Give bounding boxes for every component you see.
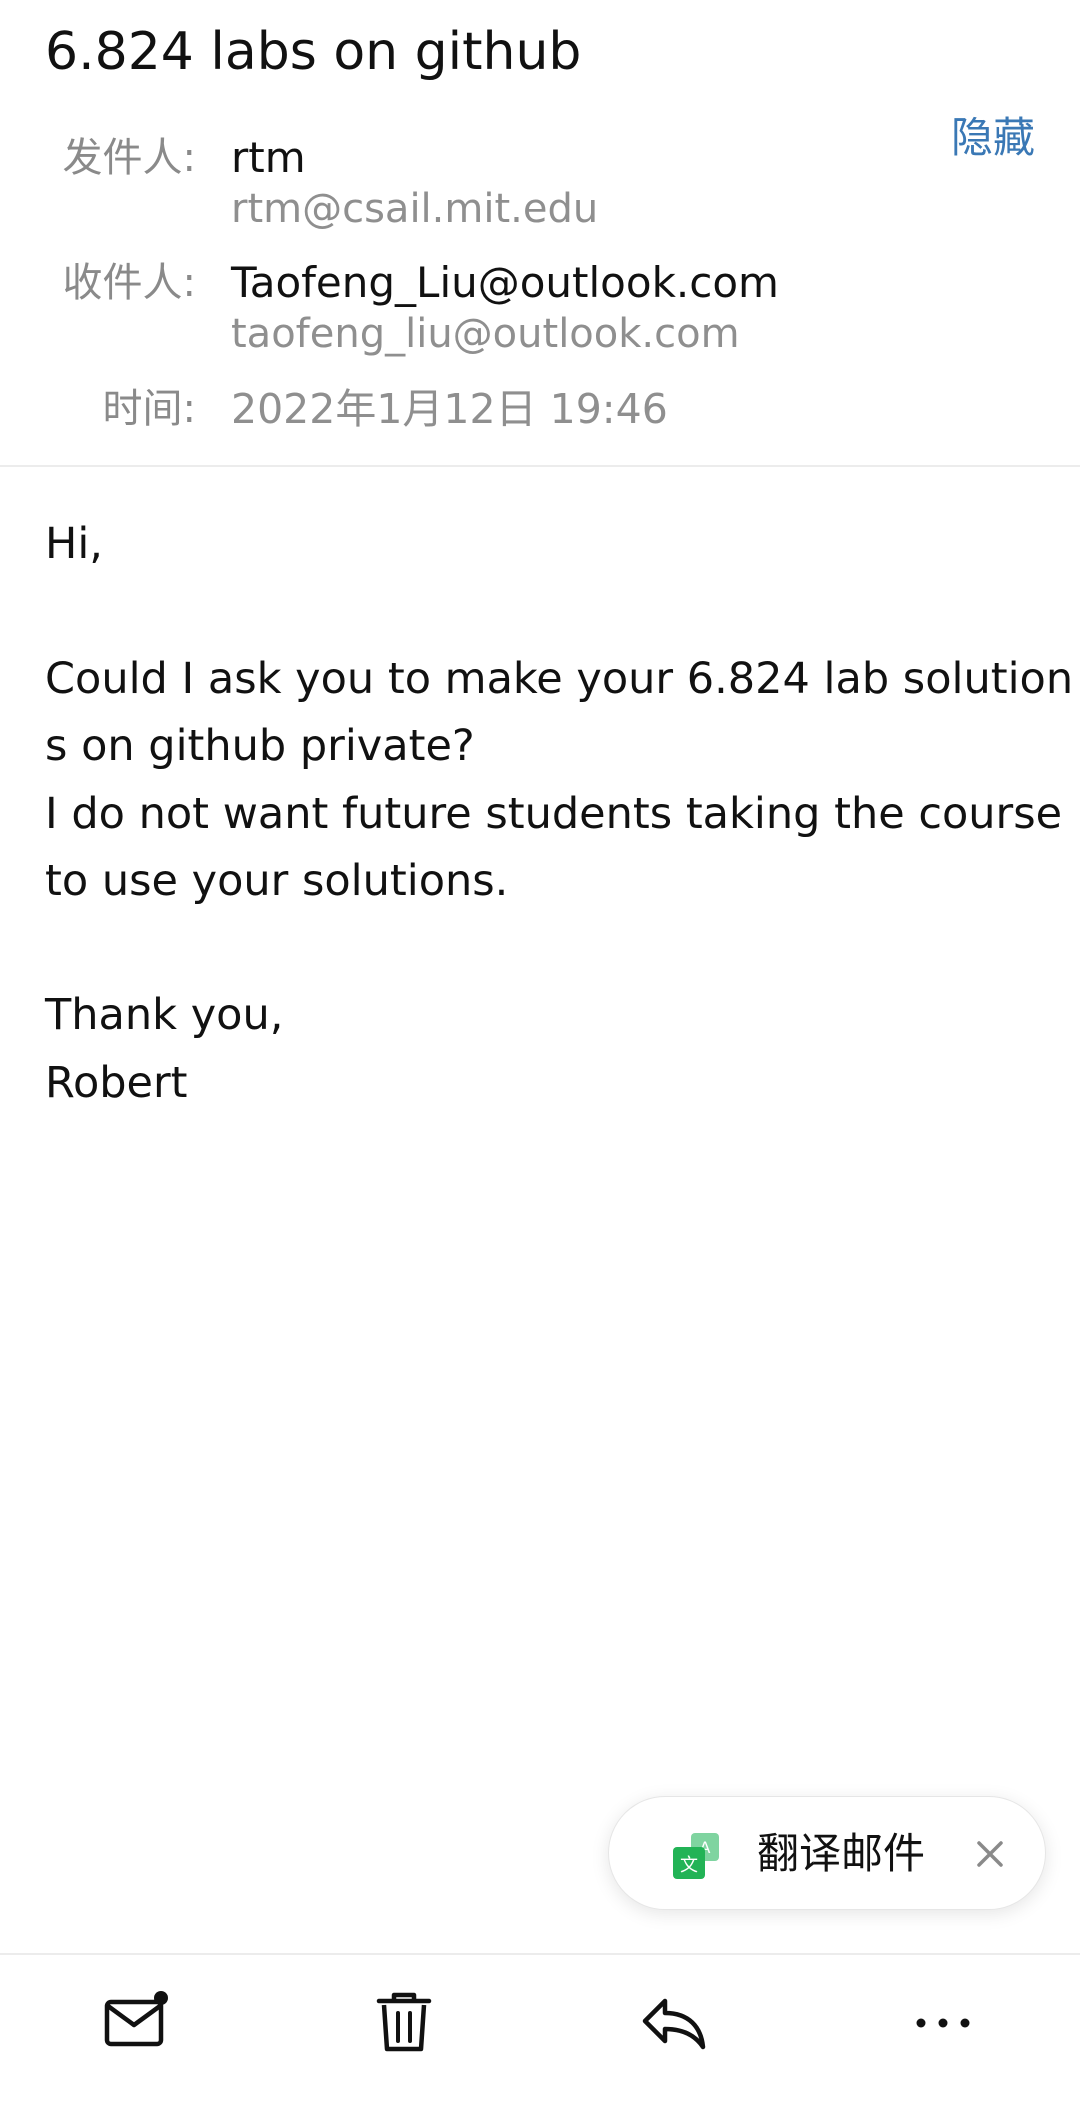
body-line: Robert [45,1058,188,1108]
more-icon[interactable] [903,1983,983,2063]
email-subject: 6.824 labs on github [45,22,582,82]
translate-email-label[interactable]: 翻译邮件 [757,1827,925,1881]
translate-icon: A 文 [673,1833,719,1879]
body-line: Thank you, [45,990,284,1040]
close-icon[interactable] [967,1831,1013,1877]
reply-icon[interactable] [633,1983,713,2063]
body-line: Could I ask you to make your 6.824 lab s… [45,654,1074,704]
from-label: 发件人: [62,135,196,181]
time-label: 时间: [102,386,196,432]
sender-address[interactable]: rtm@csail.mit.edu [231,183,598,235]
recipient-name[interactable]: Taofeng_Liu@outlook.com [231,256,779,310]
header-divider [0,465,1080,467]
sent-time: 2022年1月12日 19:46 [231,385,668,433]
translate-email-popup[interactable]: A 文 翻译邮件 [608,1796,1046,1910]
bottom-toolbar [0,1953,1080,2108]
to-label: 收件人: [62,260,196,306]
sender-name[interactable]: rtm [231,131,306,185]
trash-icon[interactable] [364,1983,444,2063]
body-line: Hi, [45,519,103,569]
recipient-address[interactable]: taofeng_liu@outlook.com [231,308,740,360]
hide-details-link[interactable]: 隐藏 [951,110,1035,166]
svg-text:文: 文 [680,1855,698,1876]
mark-unread-mail-icon[interactable] [95,1983,175,2063]
body-line: I do not want future students taking the… [45,789,1063,839]
body-line: to use your solutions. [45,856,509,906]
body-line: s on github private? [45,721,475,771]
